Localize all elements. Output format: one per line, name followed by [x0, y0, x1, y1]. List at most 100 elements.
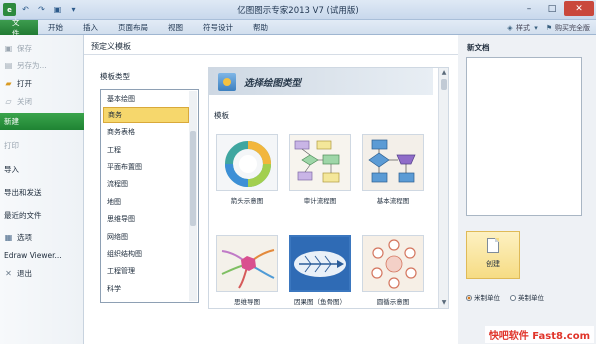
category-item[interactable]: 思维导图	[103, 211, 189, 227]
nav-options-label: 选项	[17, 232, 32, 242]
template-card-fishbone[interactable]: 因果图（鱼骨图）	[289, 235, 351, 306]
banner-title: 选择绘图类型	[244, 77, 302, 89]
minimize-button[interactable]: –	[518, 1, 540, 16]
options-icon: ▦	[4, 233, 13, 242]
category-item[interactable]: 地图	[103, 194, 189, 210]
window-controls: – □ ✕	[518, 1, 594, 16]
audit-flow-thumbnail	[289, 134, 351, 191]
imperial-unit-option[interactable]: 英制单位	[510, 292, 544, 302]
nav-print-label: 打印	[4, 140, 19, 150]
tab-page-layout[interactable]: 页面布局	[108, 20, 158, 35]
nav-print[interactable]: 打印	[0, 137, 84, 153]
tab-file[interactable]: 文件	[0, 18, 38, 38]
metric-unit-label: 米制单位	[474, 294, 500, 302]
new-document-panel: 新文档 创建 米制单位 英制单位	[458, 35, 596, 344]
nav-save-as-label: 另存为...	[17, 60, 47, 70]
category-item[interactable]: 平面布置图	[103, 159, 189, 175]
template-card-circle-diagram[interactable]: 圆循示意图	[362, 235, 424, 306]
save-as-icon: ▤	[4, 61, 13, 70]
nav-close[interactable]: ▱ 关闭	[0, 93, 84, 109]
nav-open-label: 打开	[17, 78, 32, 88]
circle-cycle-thumbnail	[362, 235, 424, 292]
nav-exit[interactable]: ✕ 退出	[0, 265, 84, 281]
buy-label: 购买完全版	[555, 23, 590, 32]
category-item-selected[interactable]: 商务	[103, 107, 189, 123]
mind-map-thumbnail	[216, 235, 278, 292]
category-pane: 模板类型 基本绘图 商务 商务表格 工程 平面布置图 流程图 地图 思维导图 网…	[96, 69, 206, 344]
maximize-button[interactable]: □	[541, 1, 563, 16]
radio-icon	[466, 295, 472, 301]
style-label: 样式	[516, 23, 530, 32]
exit-icon: ✕	[5, 269, 12, 278]
open-folder-icon: ▰	[5, 79, 12, 88]
scroll-up-icon[interactable]: ▲	[440, 69, 448, 77]
category-title: 模板类型	[100, 72, 130, 81]
template-card-audit-flowchart[interactable]: 审计流程图	[289, 134, 351, 205]
nav-export-send[interactable]: 导出和发送	[0, 184, 84, 200]
document-preview	[466, 57, 582, 216]
create-label: 创建	[486, 260, 500, 268]
category-scrollbar[interactable]	[189, 91, 197, 301]
tab-symbol-design[interactable]: 符号设计	[193, 20, 243, 35]
nav-recent-files-label: 最近的文件	[4, 210, 42, 220]
scroll-down-icon[interactable]: ▼	[440, 299, 448, 307]
nav-new-label: 新建	[4, 117, 19, 126]
scrollbar-thumb[interactable]	[190, 131, 196, 226]
template-name: 因果图（鱼骨图）	[294, 298, 346, 306]
category-item[interactable]: 流程图	[103, 176, 189, 192]
category-item[interactable]: 商务表格	[103, 124, 189, 140]
main-panel: 预定义模板 模板类型 基本绘图 商务 商务表格 工程 平面布置图 流程图 地图 …	[84, 35, 458, 344]
ribbon-tab-bar: 文件 开始 插入 页面布局 视图 符号设计 帮助 ◈ 样式 ▾ ⚑ 购买完全版	[0, 18, 596, 38]
radio-icon	[510, 295, 516, 301]
template-card-arrow-diagram[interactable]: 箭头示意图	[216, 134, 278, 205]
save-icon: ▣	[4, 44, 13, 53]
style-icon: ◈	[507, 23, 513, 32]
template-name: 思维导图	[234, 298, 260, 306]
category-item[interactable]: 工程管理	[103, 263, 189, 279]
page-title: 预定义模板	[91, 42, 131, 51]
nav-new[interactable]: 新建	[0, 113, 92, 130]
divider	[84, 54, 458, 55]
unit-selector: 米制单位 英制单位	[466, 292, 592, 302]
imperial-unit-label: 英制单位	[518, 294, 544, 302]
template-name: 审计流程图	[303, 197, 337, 205]
arrow-cycle-thumbnail	[216, 134, 278, 191]
create-button[interactable]: 创建	[466, 231, 520, 279]
style-button[interactable]: ◈ 样式 ▾	[506, 23, 540, 33]
tab-home[interactable]: 开始	[38, 20, 73, 35]
tab-help[interactable]: 帮助	[243, 20, 278, 35]
scrollbar-thumb[interactable]	[441, 79, 447, 90]
category-list[interactable]: 基本绘图 商务 商务表格 工程 平面布置图 流程图 地图 思维导图 网络图 组织…	[100, 89, 199, 303]
close-button[interactable]: ✕	[564, 1, 594, 16]
category-item[interactable]: 工程	[103, 142, 189, 158]
template-scrollbar[interactable]: ▲ ▼	[438, 68, 448, 308]
new-document-title: 新文档	[467, 43, 490, 52]
nav-options[interactable]: ▦ 选项	[0, 229, 84, 245]
template-name: 圆循示意图	[376, 298, 410, 306]
category-item[interactable]: 网络图	[103, 229, 189, 245]
tab-view[interactable]: 视图	[158, 20, 193, 35]
tab-insert[interactable]: 插入	[73, 20, 108, 35]
nav-recent-files[interactable]: 最近的文件	[0, 207, 84, 223]
nav-save-label: 保存	[17, 43, 32, 53]
template-card-basic-flowchart[interactable]: 基本流程图	[362, 134, 424, 205]
nav-edraw-viewer[interactable]: Edraw Viewer...	[0, 247, 84, 263]
cart-icon: ⚑	[545, 23, 553, 32]
category-item[interactable]: 基本绘图	[103, 91, 189, 107]
title-bar: e ↶ ↷ ▣ ▾ 亿图图示专家2013 V7 (试用版) – □ ✕	[0, 0, 596, 20]
nav-close-label: 关闭	[17, 96, 32, 106]
template-banner: 选择绘图类型	[209, 68, 433, 95]
metric-unit-option[interactable]: 米制单位	[466, 292, 500, 302]
template-card-mind-map[interactable]: 思维导图	[216, 235, 278, 306]
nav-import-label: 导入	[4, 164, 19, 174]
nav-save[interactable]: ▣ 保存	[0, 40, 84, 56]
category-item[interactable]: 组织结构图	[103, 246, 189, 262]
template-pane: 选择绘图类型 模板 箭头示意图 审计流程图 基本流程图 思维导图 因果图（鱼骨图…	[208, 67, 449, 309]
category-item[interactable]: 科学	[103, 281, 189, 297]
nav-import[interactable]: 导入	[0, 161, 84, 177]
buy-button[interactable]: ⚑ 购买完全版	[545, 23, 590, 33]
nav-open[interactable]: ▰ 打开	[0, 75, 84, 91]
nav-save-as[interactable]: ▤ 另存为...	[0, 57, 84, 73]
nav-export-send-label: 导出和发送	[4, 187, 42, 197]
watermark: 快吧软件 Fast8.com	[484, 326, 594, 343]
